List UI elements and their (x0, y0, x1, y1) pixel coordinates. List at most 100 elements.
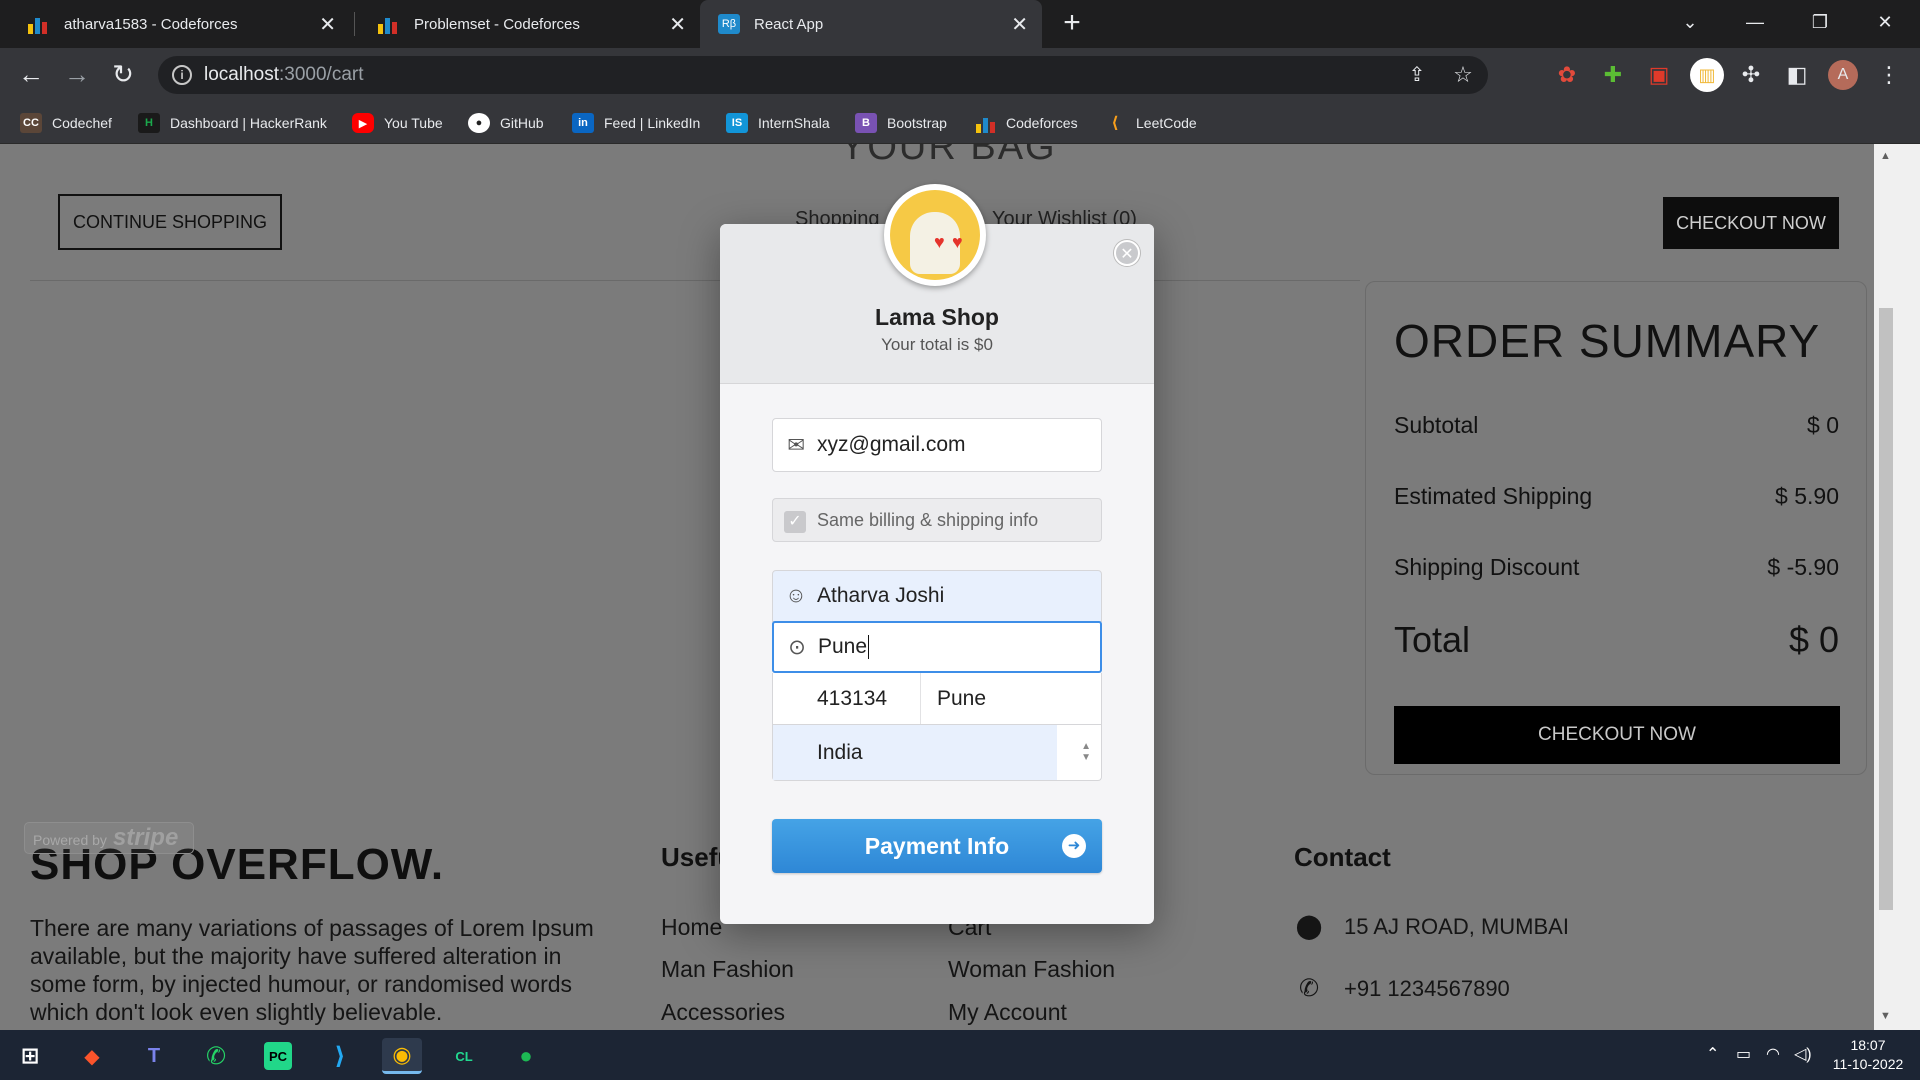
city-field[interactable]: Pune (937, 673, 986, 724)
phone-text: +91 1234567890 (1344, 975, 1510, 1001)
clion-icon[interactable]: CL (444, 1038, 484, 1074)
bookmark-bootstrap[interactable]: B Bootstrap (855, 111, 947, 135)
spotify-icon[interactable]: ● (506, 1038, 546, 1074)
page-scrollbar[interactable]: ▲ ▼ (1874, 144, 1920, 1030)
footer-link-woman-fashion[interactable]: Woman Fashion (948, 956, 1115, 983)
restore-button[interactable]: ❐ (1790, 0, 1850, 44)
url-host: localhost (204, 64, 279, 85)
reload-button[interactable]: ↻ (106, 58, 140, 92)
tab-codeforces-problemset[interactable]: Problemset - Codeforces ✕ (360, 0, 700, 48)
whatsapp-icon[interactable]: ✆ (196, 1038, 236, 1074)
menu-kebab-icon[interactable]: ⋮ (1874, 60, 1904, 90)
country-select[interactable]: India ▲ ▼ (772, 725, 1102, 781)
bookmark-youtube[interactable]: ▶ You Tube (352, 111, 443, 135)
bookmark-leetcode[interactable]: ⟨ LeetCode (1104, 111, 1196, 135)
bookmark-codechef[interactable]: CC Codechef (20, 111, 112, 135)
close-window-button[interactable]: ✕ (1855, 0, 1915, 44)
bookmark-label: Bootstrap (887, 115, 947, 131)
bookmark-hackerrank[interactable]: H Dashboard | HackerRank (138, 111, 327, 135)
continue-shopping-button[interactable]: CONTINUE SHOPPING (58, 194, 282, 250)
order-summary: ORDER SUMMARY Subtotal $ 0 Estimated Ship… (1365, 281, 1867, 775)
system-clock[interactable]: 18:07 11-10-2022 (1826, 1036, 1910, 1074)
summary-title: ORDER SUMMARY (1394, 315, 1821, 367)
heart-eye-icon: ♥ (934, 232, 945, 252)
footer-link-accessories[interactable]: Accessories (661, 999, 785, 1026)
phone-icon: ✆ (1298, 975, 1320, 1002)
wifi-icon[interactable]: ◠ (1766, 1044, 1780, 1064)
share-icon[interactable]: ⇪ (1402, 60, 1432, 90)
codeforces-icon (28, 14, 50, 34)
footer-link-man-fashion[interactable]: Man Fashion (661, 956, 794, 983)
email-field[interactable]: ✉ xyz@gmail.com (772, 418, 1102, 472)
extension-pdf-icon[interactable]: ▣ (1644, 60, 1674, 90)
checkout-top-button[interactable]: CHECKOUT NOW (1663, 197, 1839, 249)
close-tab-icon[interactable]: ✕ (669, 12, 686, 37)
extension-icon[interactable]: ✿ (1552, 60, 1582, 90)
footer-link-my-account[interactable]: My Account (948, 999, 1067, 1026)
bookmark-star-icon[interactable]: ☆ (1448, 60, 1478, 90)
checkout-now-button[interactable]: CHECKOUT NOW (1394, 706, 1840, 764)
tab-divider (354, 12, 355, 36)
close-tab-icon[interactable]: ✕ (319, 12, 336, 37)
zip-field[interactable]: 413134 (817, 673, 887, 724)
close-tab-icon[interactable]: ✕ (1011, 12, 1028, 37)
bookmark-label: You Tube (384, 115, 443, 131)
scroll-thumb[interactable] (1879, 308, 1893, 910)
bookmark-label: Codechef (52, 115, 112, 131)
extensions-puzzle-icon[interactable]: ✣ (1736, 60, 1766, 90)
footer-link-home[interactable]: Home (661, 914, 722, 941)
bookmark-codeforces[interactable]: Codeforces (974, 111, 1078, 135)
vscode-icon[interactable]: ⟩ (320, 1038, 360, 1074)
close-modal-button[interactable]: ✕ (1114, 240, 1140, 266)
profile-avatar[interactable]: A (1828, 60, 1858, 90)
side-panel-icon[interactable]: ◧ (1782, 60, 1812, 90)
extension-plus-icon[interactable]: ✚ (1598, 60, 1628, 90)
badge-prefix: Powered by (33, 832, 107, 848)
address-bar[interactable]: i localhost:3000/cart ☆ ⇪ (158, 56, 1488, 94)
chrome-icon[interactable]: ◉ (382, 1038, 422, 1074)
github-icon: ● (468, 113, 490, 133)
field-divider (920, 673, 921, 724)
same-billing-checkbox[interactable]: ✓ Same billing & shipping info (772, 498, 1102, 542)
scroll-up-arrow-icon[interactable]: ▲ (1880, 150, 1891, 162)
tab-react-app[interactable]: Rβ React App ✕ (700, 0, 1042, 48)
minimize-button[interactable]: — (1725, 0, 1785, 44)
bootstrap-icon: B (855, 113, 877, 133)
stripe-checkout-modal: ♥ ♥ ✕ Lama Shop Your total is $0 ✉ xyz@g… (720, 184, 1154, 924)
extension-chart-icon[interactable]: ▥ (1690, 58, 1724, 92)
logo-background: ♥ ♥ (890, 190, 980, 280)
powered-by-stripe-badge[interactable]: Powered by stripe (24, 822, 194, 854)
subtotal-value: $ 0 (1807, 412, 1839, 438)
payment-info-button[interactable]: Payment Info ➜ (772, 819, 1102, 873)
name-field[interactable]: ☺ Atharva Joshi (772, 570, 1102, 622)
windows-start-icon[interactable]: ⊞ (10, 1038, 50, 1074)
codeforces-icon (378, 14, 400, 34)
battery-icon[interactable]: ▭ (1736, 1044, 1751, 1064)
pycharm-icon[interactable]: PC (264, 1042, 292, 1070)
tab-search-icon[interactable]: ⌄ (1660, 0, 1720, 44)
forward-button[interactable]: → (60, 58, 94, 92)
back-button[interactable]: ← (14, 58, 48, 92)
page-title: YOUR BAG (840, 144, 1057, 168)
name-value: Atharva Joshi (817, 584, 945, 607)
total-label: Total (1394, 619, 1471, 660)
clock-time: 18:07 (1850, 1037, 1886, 1053)
bookmark-github[interactable]: ● GitHub (468, 111, 544, 135)
address-text: Pune (818, 635, 868, 658)
address-field[interactable]: ⊙ Pune (772, 621, 1102, 673)
bookmark-linkedin[interactable]: in Feed | LinkedIn (572, 111, 700, 135)
contact-heading: Contact (1294, 842, 1391, 872)
tab-codeforces-profile[interactable]: atharva1583 - Codeforces ✕ (10, 0, 350, 48)
new-tab-button[interactable]: + (1054, 6, 1090, 42)
site-info-icon[interactable]: i (172, 65, 192, 85)
tray-chevron-icon[interactable]: ⌃ (1706, 1044, 1719, 1064)
brave-icon[interactable]: ◆ (72, 1038, 112, 1074)
url-path: :3000/cart (279, 64, 364, 85)
location-pin-icon: ⊙ (788, 635, 806, 659)
shipping-label: Estimated Shipping (1394, 483, 1593, 509)
country-value: India (817, 740, 863, 764)
volume-icon[interactable]: ◁) (1794, 1044, 1812, 1064)
bookmark-internshala[interactable]: IS InternShala (726, 111, 830, 135)
teams-icon[interactable]: T (134, 1038, 174, 1074)
scroll-down-arrow-icon[interactable]: ▼ (1880, 1010, 1891, 1022)
